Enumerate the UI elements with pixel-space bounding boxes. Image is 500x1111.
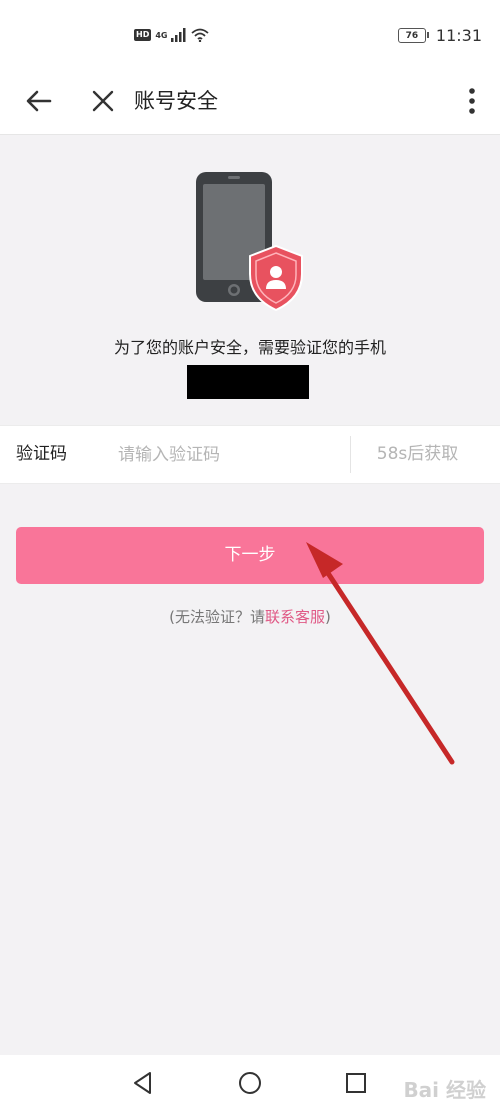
network-type: 4G: [155, 30, 168, 40]
help-text: (无法验证？请联系客服): [0, 606, 500, 627]
help-suffix: ): [325, 608, 331, 626]
battery-level: 76: [405, 30, 419, 41]
hd-badge: HD: [134, 29, 152, 41]
battery-icon: 76: [397, 28, 429, 43]
status-indicators: HD 4G: [134, 28, 210, 42]
clock: 11:31: [435, 26, 482, 45]
more-vert-icon[interactable]: [462, 84, 482, 118]
page-title: 账号安全: [134, 89, 218, 113]
signal-icon: [171, 28, 186, 42]
back-arrow-icon[interactable]: [22, 84, 56, 118]
wifi-icon: [191, 28, 210, 42]
next-step-button[interactable]: 下一步: [16, 527, 484, 584]
app-header: 账号安全: [0, 70, 500, 135]
status-right: 76 11:31: [397, 26, 482, 45]
contact-support-link[interactable]: 联系客服: [265, 608, 325, 626]
nav-back-icon[interactable]: [128, 1068, 158, 1098]
watermark: Bai 经验: [403, 1078, 486, 1102]
resend-code-button[interactable]: 58s后获取: [351, 426, 484, 483]
phone-shield-illustration: [196, 172, 303, 312]
redacted-phone-number: [187, 365, 309, 399]
status-bar: HD 4G 76 11:31: [0, 0, 500, 70]
verify-hint-text: 为了您的账户安全，需要验证您的手机: [113, 338, 386, 357]
verification-code-input[interactable]: [116, 438, 340, 472]
code-label: 验证码: [16, 444, 67, 464]
help-prefix: (无法验证？请: [169, 608, 265, 626]
nav-recent-apps-icon[interactable]: [341, 1068, 371, 1098]
verification-code-row: 验证码 58s后获取: [0, 425, 500, 484]
nav-home-icon[interactable]: [235, 1068, 265, 1098]
close-icon[interactable]: [86, 84, 120, 118]
